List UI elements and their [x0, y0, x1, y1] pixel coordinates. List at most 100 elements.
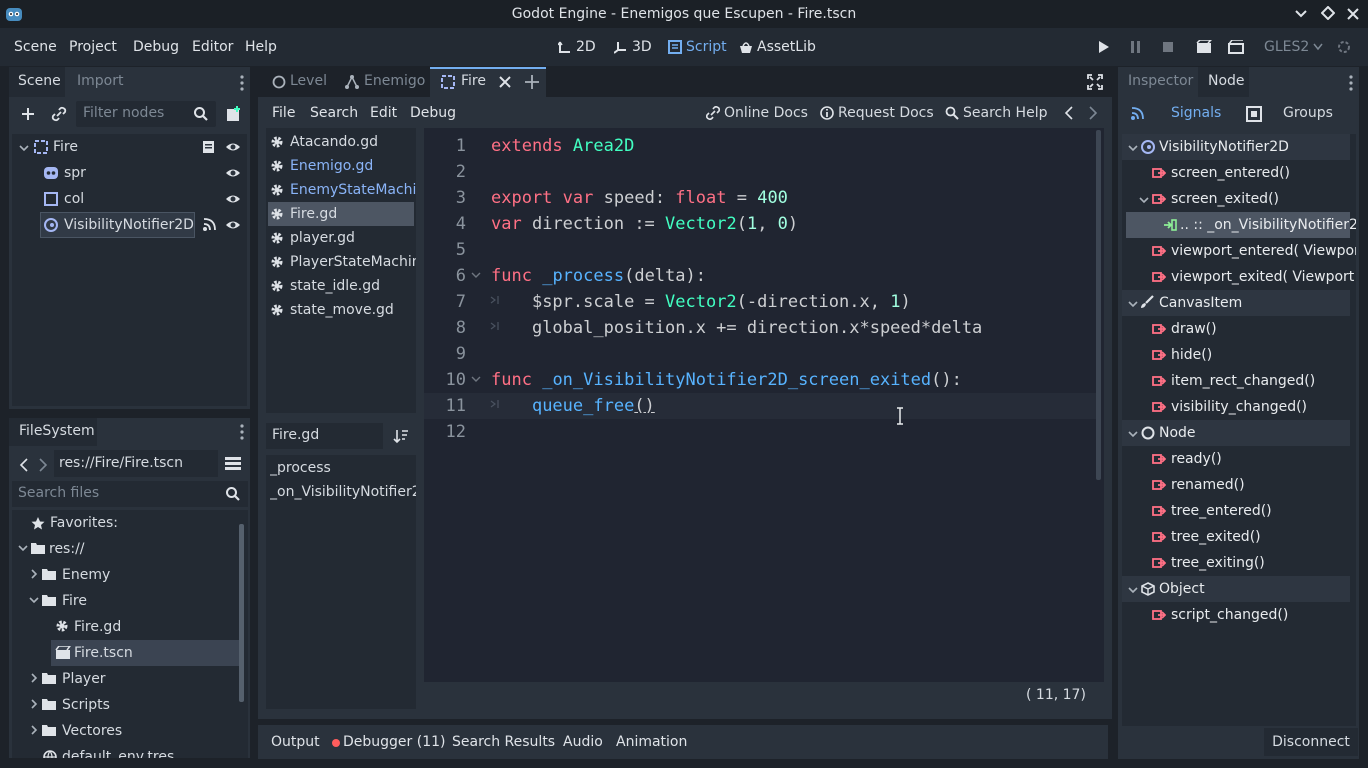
disconnect-button[interactable]: Disconnect [1264, 728, 1358, 756]
method-item-process[interactable]: _process [270, 455, 331, 481]
signal-screen-entered[interactable]: screen_entered() [1171, 160, 1290, 186]
bottom-tab-search-results[interactable]: Search Results [452, 723, 555, 761]
menu-project[interactable]: Project [69, 28, 117, 66]
expand-arrow-icon[interactable] [29, 569, 39, 579]
groups-tab[interactable]: Groups [1283, 105, 1333, 121]
split-view-icon[interactable] [224, 455, 242, 471]
tab-level[interactable]: Level [290, 73, 327, 89]
link-icon[interactable] [51, 106, 67, 122]
script-menu-file[interactable]: File [272, 94, 295, 132]
attach-script-icon[interactable] [225, 105, 243, 123]
collapse-arrow-icon[interactable] [18, 543, 28, 553]
workspace-script-button[interactable]: Script [668, 28, 727, 66]
script-item-state-move[interactable]: state_move.gd [290, 297, 394, 323]
expand-arrow-icon[interactable] [29, 725, 39, 735]
code-scrollbar[interactable] [1096, 130, 1101, 480]
search-help-button[interactable]: Search Help [945, 105, 1047, 121]
script-item-playerstatemachine[interactable]: PlayerStateMachine [290, 249, 416, 275]
maximize-icon[interactable] [1321, 6, 1335, 20]
workspace-2d-button[interactable]: 2D [558, 28, 596, 66]
file-fire-tscn[interactable]: Fire.tscn [74, 640, 133, 666]
scene-node-visibilitynotifier2d[interactable]: VisibilityNotifier2D [64, 212, 194, 238]
tab-inspector[interactable]: Inspector [1128, 73, 1193, 89]
code-editor[interactable]: 1 2 3 4 5 6 7 8 9 10 11 12 extends Area2… [424, 128, 1104, 682]
back-arrow-icon[interactable] [19, 458, 29, 472]
scene-node-spr[interactable]: spr [64, 160, 86, 186]
folder-res[interactable]: res:// [49, 536, 85, 562]
close-window-icon[interactable] [1346, 7, 1360, 21]
folder-player[interactable]: Player [62, 666, 106, 692]
path-input[interactable]: res://Fire/Fire.tscn [54, 450, 218, 477]
signal-class-visibilitynotifier2d[interactable]: VisibilityNotifier2D [1159, 134, 1289, 160]
visibility-eye-icon[interactable] [225, 140, 241, 154]
signals-tab[interactable]: Signals [1171, 105, 1221, 121]
signal-visibility-changed[interactable]: visibility_changed() [1171, 394, 1307, 420]
collapse-arrow-icon[interactable] [1128, 299, 1138, 309]
fold-arrow-icon[interactable] [471, 374, 481, 384]
request-docs-button[interactable]: Request Docs [820, 105, 934, 121]
menu-editor[interactable]: Editor [192, 28, 233, 66]
bottom-tab-animation[interactable]: Animation [616, 723, 687, 761]
pause-icon[interactable] [1129, 40, 1143, 54]
script-item-player[interactable]: player.gd [290, 225, 355, 251]
file-tree-scrollbar[interactable] [239, 524, 244, 702]
signal-ready[interactable]: ready() [1171, 446, 1222, 472]
new-tab-icon[interactable] [524, 74, 540, 90]
menu-scene[interactable]: Scene [14, 28, 57, 66]
signal-connected-icon[interactable] [202, 218, 216, 232]
signal-screen-exited[interactable]: screen_exited() [1171, 186, 1279, 212]
history-back-icon[interactable] [1064, 106, 1074, 120]
script-menu-search[interactable]: Search [310, 94, 358, 132]
expand-arrow-icon[interactable] [29, 673, 39, 683]
sort-icon[interactable] [393, 428, 409, 444]
add-node-icon[interactable] [20, 106, 36, 122]
signal-class-object[interactable]: Object [1159, 576, 1205, 602]
script-item-enemigo[interactable]: Enemigo.gd [290, 153, 373, 179]
distraction-free-icon[interactable] [1087, 74, 1103, 90]
tab-enemigo[interactable]: Enemigo [364, 73, 425, 89]
play-icon[interactable] [1097, 40, 1111, 54]
signal-viewport-exited[interactable]: viewport_exited( Viewport v [1171, 264, 1356, 290]
play-custom-scene-icon[interactable] [1228, 40, 1244, 54]
history-forward-icon[interactable] [1088, 106, 1098, 120]
signal-tree-entered[interactable]: tree_entered() [1171, 498, 1272, 524]
signal-tree-exited[interactable]: tree_exited() [1171, 524, 1261, 550]
signal-draw[interactable]: draw() [1171, 316, 1217, 342]
collapse-arrow-icon[interactable] [19, 143, 29, 153]
minimize-icon[interactable] [1294, 7, 1308, 21]
signal-class-canvasitem[interactable]: CanvasItem [1159, 290, 1242, 316]
script-menu-debug[interactable]: Debug [410, 94, 456, 132]
filter-nodes-input[interactable]: Filter nodes [76, 101, 216, 127]
signal-tree-exiting[interactable]: tree_exiting() [1171, 550, 1265, 576]
collapse-arrow-icon[interactable] [29, 595, 39, 605]
signal-item-rect-changed[interactable]: item_rect_changed() [1171, 368, 1315, 394]
menu-debug[interactable]: Debug [133, 28, 179, 66]
scene-node-col[interactable]: col [64, 186, 84, 212]
dock-menu-icon[interactable] [1349, 75, 1353, 91]
visibility-eye-icon[interactable] [225, 192, 241, 206]
search-files-input[interactable]: Search files [12, 481, 248, 507]
signal-hide[interactable]: hide() [1171, 342, 1212, 368]
script-menu-edit[interactable]: Edit [370, 94, 397, 132]
signal-connection-on-visibilitynotifier[interactable]: .. :: _on_VisibilityNotifier2 [1180, 212, 1356, 238]
bottom-tab-output[interactable]: Output [271, 723, 320, 761]
bottom-tab-audio[interactable]: Audio [563, 723, 603, 761]
dock-menu-icon[interactable] [240, 75, 244, 91]
script-item-atacando[interactable]: Atacando.gd [290, 129, 378, 155]
workspace-assetlib-button[interactable]: AssetLib [739, 28, 816, 66]
scene-node-fire[interactable]: Fire [53, 134, 78, 160]
stop-icon[interactable] [1161, 40, 1175, 54]
collapse-arrow-icon[interactable] [1128, 143, 1138, 153]
favorites-item[interactable]: Favorites: [50, 510, 118, 536]
script-item-state-idle[interactable]: state_idle.gd [290, 273, 380, 299]
menu-help[interactable]: Help [245, 28, 277, 66]
renderer-select[interactable]: GLES2 [1264, 28, 1323, 66]
signal-renamed[interactable]: renamed() [1171, 472, 1245, 498]
folder-fire[interactable]: Fire [62, 588, 87, 614]
folder-scripts[interactable]: Scripts [62, 692, 110, 718]
expand-arrow-icon[interactable] [29, 699, 39, 709]
method-item-on-visibilitynotifier[interactable]: _on_VisibilityNotifier2D [270, 479, 416, 505]
tab-import[interactable]: Import [77, 73, 123, 89]
script-item-fire[interactable]: Fire.gd [290, 201, 337, 227]
online-docs-button[interactable]: Online Docs [706, 105, 808, 121]
